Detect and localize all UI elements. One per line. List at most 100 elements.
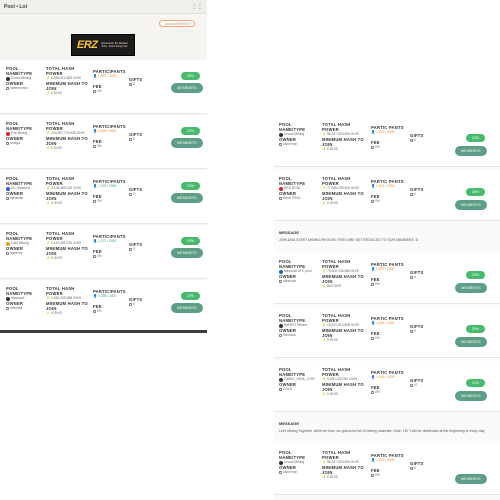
pool-info: POOL NAME/TYPE Crown Mining OWNER ownerl… bbox=[279, 122, 305, 147]
pool-logo-icon bbox=[6, 186, 10, 191]
user-icon bbox=[279, 280, 282, 283]
pool-card[interactable]: POOL NAME/TYPE Minecoin ATC pool OWNER M… bbox=[274, 253, 500, 304]
fee-value: 0% bbox=[371, 282, 404, 287]
pool-info: POOL NAME/TYPE BitFRST Miners OWNER Heml… bbox=[279, 313, 307, 338]
gifts-value: 0 bbox=[129, 137, 142, 142]
join-multipool-button[interactable]: JOIN MULTIPOOL bbox=[159, 20, 195, 27]
user-icon bbox=[6, 142, 9, 145]
min-hash-value: ⚡ 0 GH/S bbox=[46, 201, 62, 205]
participants-info: PARTIC PANTS 👤 2,000 / 2000 FEE 0% bbox=[371, 370, 404, 395]
pool-card[interactable]: POOL NAME/TYPE BitFRST Miners OWNER Heml… bbox=[274, 307, 500, 358]
members-button[interactable]: MEMBERS bbox=[171, 248, 203, 258]
gifts-value: 0 bbox=[410, 275, 423, 280]
fee-icon bbox=[371, 283, 374, 286]
gifts-count: 0 bbox=[414, 275, 416, 279]
members-button[interactable]: MEMBERS bbox=[455, 200, 487, 210]
members-button[interactable]: MEMBERS bbox=[455, 283, 487, 293]
hash-info: TOTAL HASH POWER ⚡ 16,572,810,898 GH/S M… bbox=[322, 313, 364, 343]
menu-icon[interactable]: ⋮⋮ bbox=[191, 3, 203, 10]
fee-icon bbox=[93, 310, 96, 313]
owner-name: omega bbox=[6, 141, 32, 146]
fee-icon bbox=[93, 90, 96, 93]
participants-value: 👤 1,375 / 2000 bbox=[93, 184, 117, 188]
gifts-count: 0 bbox=[414, 192, 416, 196]
pool-card[interactable]: POOL NAME/TYPE Minespot OWNER minex88 TO… bbox=[0, 280, 207, 330]
pool-card[interactable]: POOL NAME/TYPE Fire Mining OWNER omega T… bbox=[0, 115, 207, 169]
fee-icon bbox=[93, 145, 96, 148]
min-hash-value: ⚡ 0 GH/S bbox=[322, 392, 338, 396]
hash-info: TOTAL HASH POWER ⚡ 3,122,369,028 GH/S MI… bbox=[46, 231, 88, 261]
participants-value: 👤 1,997 / 2000 bbox=[371, 267, 395, 271]
fee-icon bbox=[371, 337, 374, 340]
members-button[interactable]: MEMBERS bbox=[171, 193, 203, 203]
pool-status-badge: 20% bbox=[466, 271, 485, 279]
pool-message: MESSAGE JOIN AND START MINING REGION. FE… bbox=[274, 224, 500, 253]
user-icon bbox=[6, 307, 9, 310]
members-button[interactable]: MEMBERS bbox=[171, 303, 203, 313]
owner-name: tigerlime bbox=[6, 251, 32, 256]
owner-name-text: GXLD bbox=[283, 387, 292, 391]
participants-value: 👤 2,000 / 2000 bbox=[371, 375, 395, 379]
message-text: Let's Mining Together, while we flow, we… bbox=[279, 429, 485, 433]
pool-logo-icon bbox=[279, 323, 283, 328]
members-button[interactable]: MEMBERS bbox=[171, 138, 203, 148]
pool-status-badge: 20% bbox=[466, 134, 485, 142]
fee-value: 0% bbox=[93, 89, 126, 94]
fee-value-text: 0% bbox=[375, 145, 380, 149]
pool-card[interactable]: POOL NAME/TYPE Crown Mining OWNER ownerl… bbox=[274, 444, 500, 495]
fee-value: 0% bbox=[93, 254, 126, 259]
participants-info: PARTIC PANTS 👤 1,914 / 2000 FEE 0% bbox=[371, 179, 404, 204]
gifts-value: 0 bbox=[129, 82, 142, 87]
gifts-label: GIFTS bbox=[410, 133, 424, 138]
pool-logo-icon bbox=[6, 241, 10, 246]
participants-info: PARTIC PANTS 👤 1,979 / 2000 FEE 0% bbox=[371, 453, 404, 478]
gifts-value: 0 bbox=[410, 329, 423, 334]
participants-value: 👤 3,518 / 5000 bbox=[93, 129, 117, 133]
gifts-label: GIFTS bbox=[410, 187, 424, 192]
gifts-info: GIFTS 0 bbox=[410, 270, 423, 280]
pool-card[interactable]: POOL NAME/TYPE Crown Mining OWNER ownerl… bbox=[274, 116, 500, 167]
pool-card[interactable]: POOL NAME/TYPE DC Diamond OWNER dynamite… bbox=[0, 170, 207, 224]
fee-icon bbox=[371, 391, 374, 394]
fee-value-text: 0% bbox=[375, 390, 380, 394]
fee-value-text: 0% bbox=[97, 89, 102, 93]
top-bar: Pool • Lot ⋮⋮ bbox=[0, 0, 207, 14]
pool-card[interactable]: POOL NAME/TYPE RED ROSL OWNER Rose POOL … bbox=[274, 170, 500, 221]
pool-info: POOL NAME/TYPE Fire Mining OWNER omega bbox=[6, 121, 32, 146]
owner-name: ownercrown bbox=[6, 86, 32, 91]
pool-info: POOL NAME/TYPE GWAIL_GENL_COR OWNER GXLD bbox=[279, 367, 314, 392]
pool-card[interactable]: POOL NAME/TYPE GWAIL_GENL_COR OWNER GXLD… bbox=[274, 361, 500, 412]
members-button[interactable]: MEMBERS bbox=[455, 391, 487, 401]
fee-value: 1% bbox=[371, 336, 404, 341]
gifts-info: GIFTS 0 bbox=[129, 242, 142, 252]
fee-value: 0% bbox=[93, 309, 126, 314]
pool-info: POOL NAME/TYPE RED ROSL OWNER Rose POOL bbox=[279, 176, 305, 201]
user-icon bbox=[279, 334, 282, 337]
hash-info: TOTAL HASH POWER ⚡ 1,062,299,998 GH/S MI… bbox=[46, 286, 88, 316]
members-button[interactable]: MEMBERS bbox=[455, 337, 487, 347]
pool-list: POOL NAME/TYPE Minecoin ATC pool OWNER M… bbox=[274, 253, 500, 412]
participants-info: PARTICIPANTS 👤 1,375 / 2000 FEE 0% bbox=[93, 179, 126, 204]
pool-card[interactable]: POOL NAME/TYPE Crown Mining OWNER ownerc… bbox=[0, 60, 207, 114]
min-hash-value: ⚡ 0 GH/S bbox=[46, 91, 62, 95]
left-screen: Pool • Lot ⋮⋮ JOIN MULTIPOOL ERZ Experie… bbox=[0, 0, 207, 333]
members-button[interactable]: MEMBERS bbox=[171, 83, 203, 93]
fee-icon bbox=[371, 200, 374, 203]
gifts-info: GIFTS 0 bbox=[129, 132, 142, 142]
members-button[interactable]: MEMBERS bbox=[455, 474, 487, 484]
pool-card[interactable]: POOL NAME/TYPE Gold Mining OWNER tigerli… bbox=[0, 225, 207, 279]
promo-banner[interactable]: ERZ Experience the Reward Zone. Start mi… bbox=[71, 34, 135, 56]
members-button[interactable]: MEMBERS bbox=[455, 146, 487, 156]
min-hash-value: ⚡ 0 GH/S bbox=[322, 147, 338, 151]
hash-info: TOTAL HASH POWER ⚡ 3,126,369,028 GH/S MI… bbox=[46, 176, 88, 206]
app-logo[interactable]: Pool • Lot bbox=[4, 4, 27, 10]
owner-name: ownerlmn bbox=[279, 470, 305, 475]
fee-value-text: 0% bbox=[97, 254, 102, 258]
gifts-info: GIFTS 0 bbox=[410, 461, 423, 471]
fee-value: 0% bbox=[371, 390, 404, 395]
owner-name-text: minex88 bbox=[10, 306, 23, 310]
owner-name: Minecoin bbox=[279, 279, 311, 284]
pool-info: POOL NAME/TYPE Crown Mining OWNER ownerl… bbox=[279, 450, 305, 475]
participants-value: 👤 1,914 / 2000 bbox=[371, 184, 395, 188]
gifts-info: GIFTS 47 bbox=[410, 378, 423, 388]
